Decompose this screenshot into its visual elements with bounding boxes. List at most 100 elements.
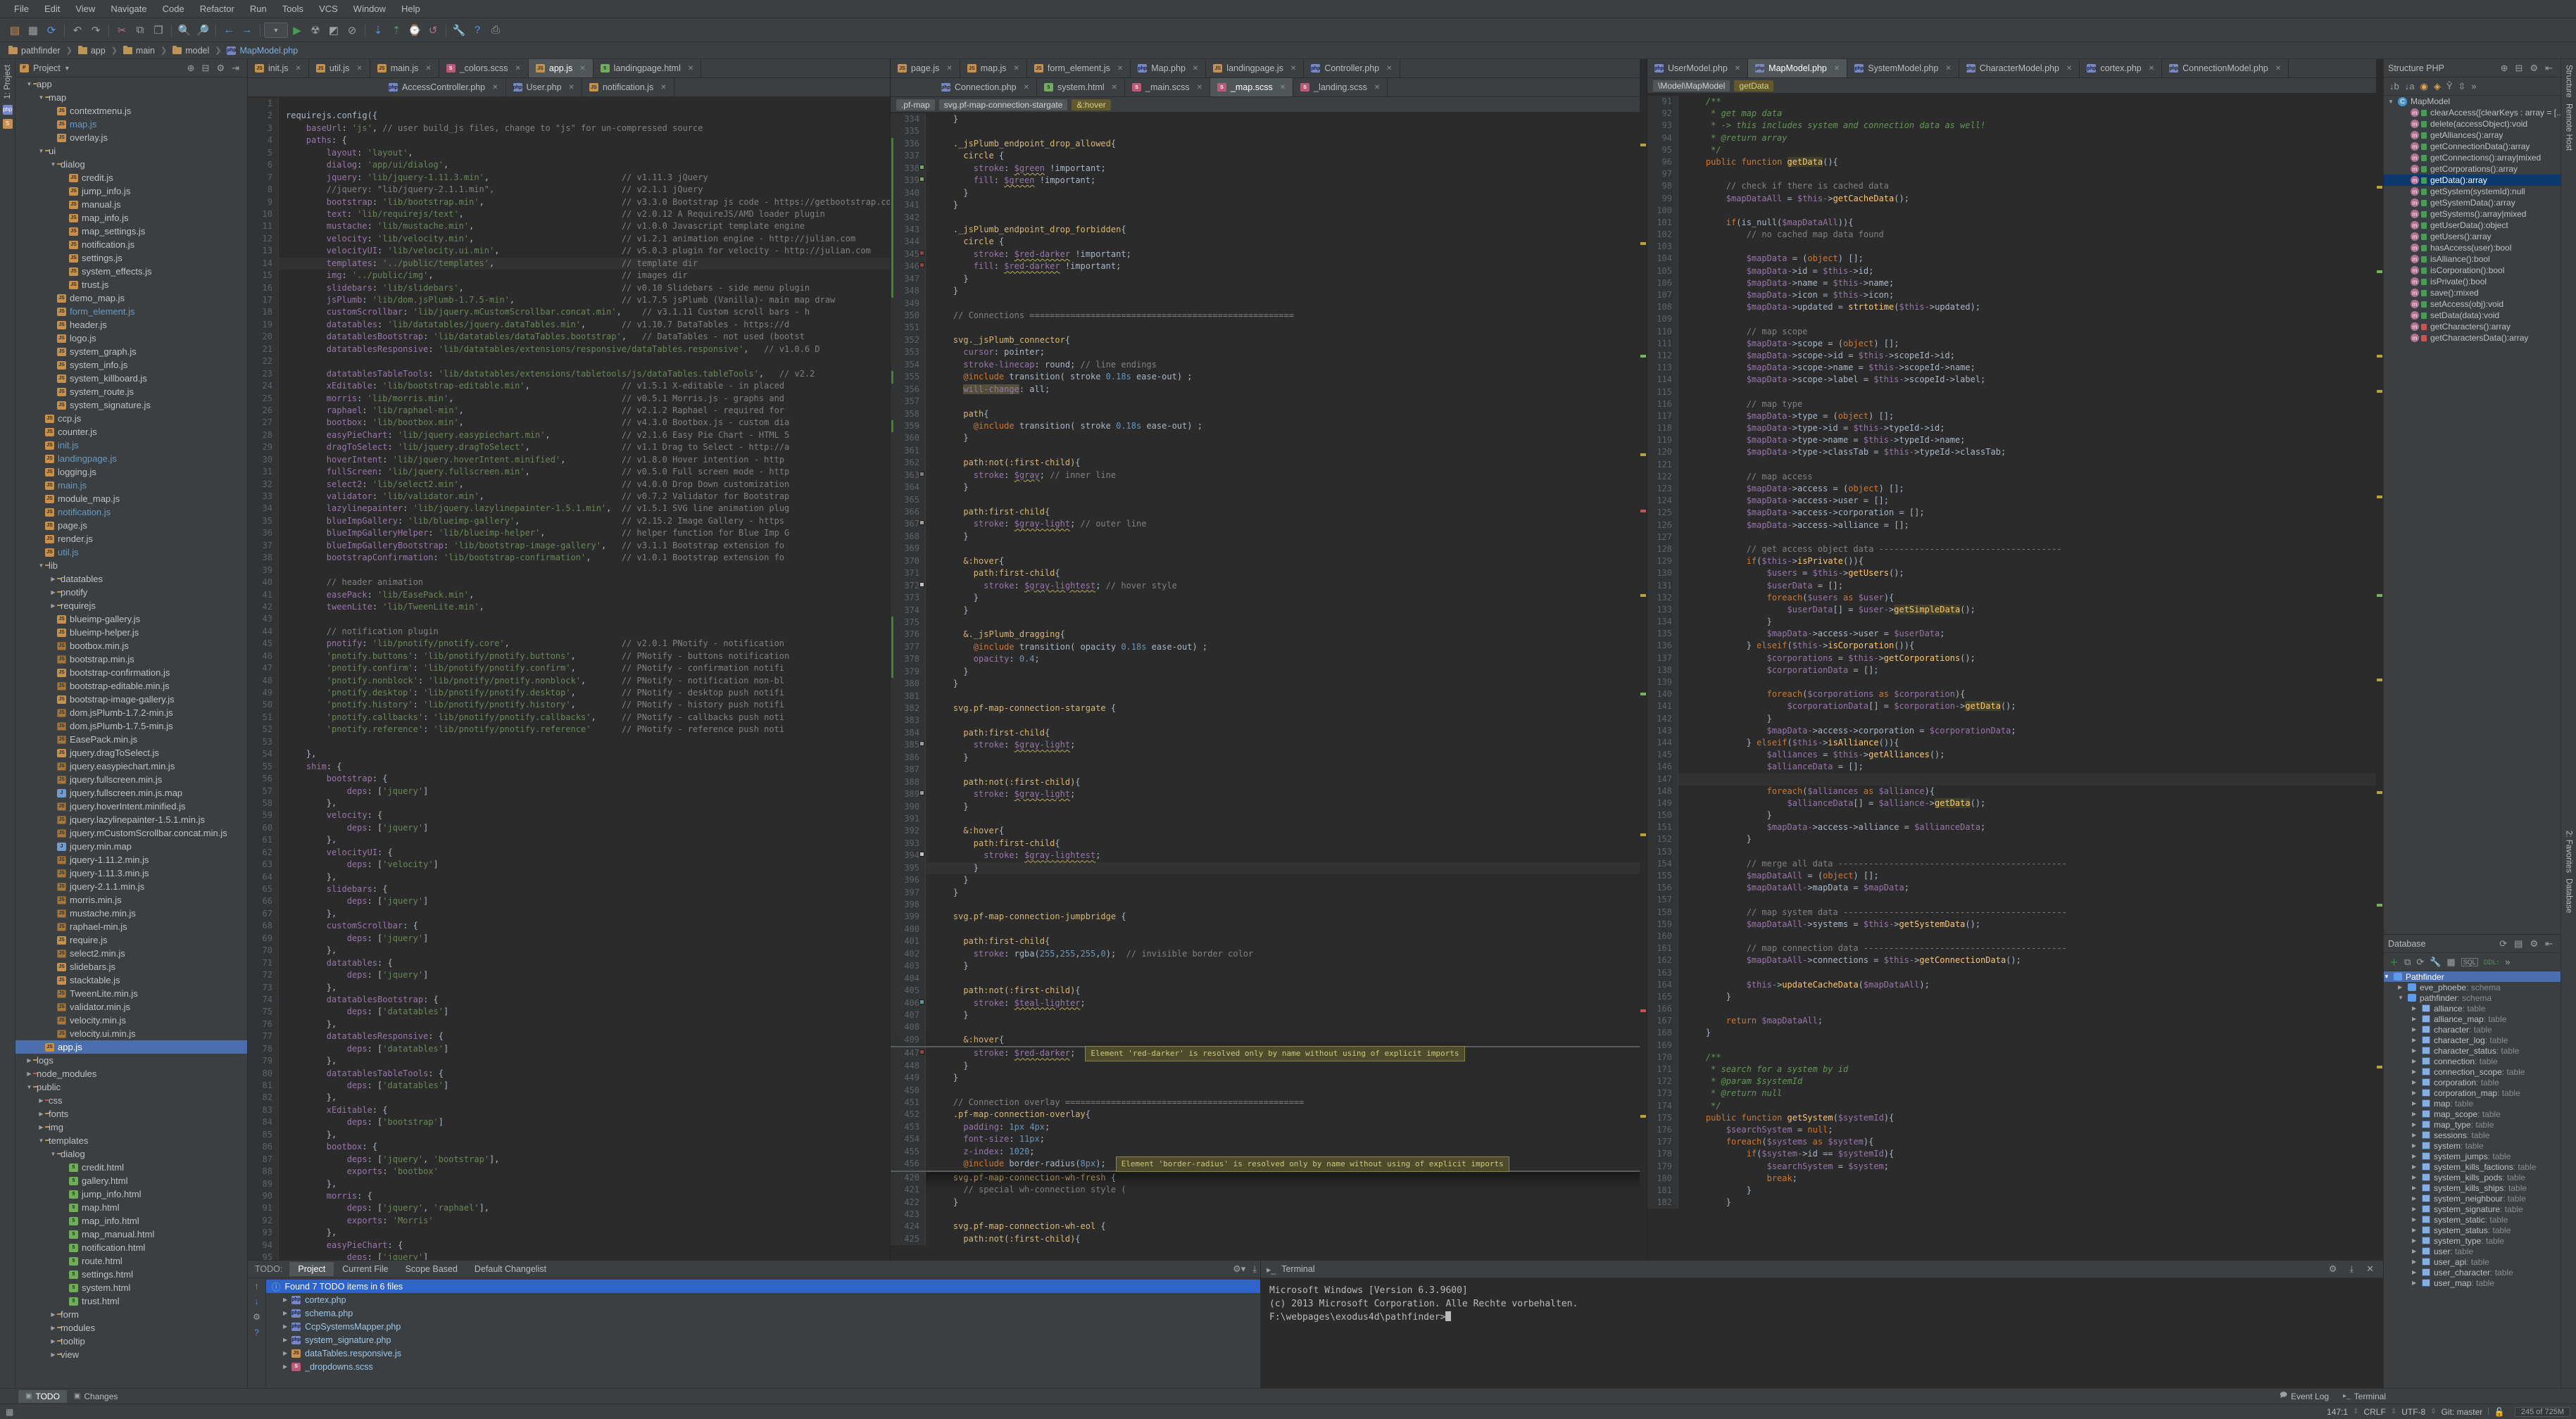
lock-icon[interactable]: 🔓 (2494, 1407, 2505, 1417)
code-line[interactable]: 8 //jquery: "lib/jquery-2.1.1.min", // v… (248, 184, 890, 196)
chevron-collapsed-icon[interactable]: ▶ (49, 576, 57, 582)
stripe-mark[interactable] (2377, 1066, 2382, 1068)
open-icon[interactable]: ▤ (6, 22, 24, 39)
tree-item[interactable]: ▶requirejs (15, 599, 247, 612)
code-line[interactable]: 94 * @return array (1647, 132, 2383, 144)
code-line[interactable]: 362 path:not(:first-child){ (891, 457, 1647, 469)
code-line[interactable]: 392 &:hover{ (891, 825, 1647, 837)
tree-item[interactable]: ▶pnotify (15, 586, 247, 599)
forward-icon[interactable]: → (238, 22, 256, 39)
database-table-row[interactable]: ▶system: table (2384, 1140, 2561, 1151)
redo-icon[interactable]: ↷ (87, 22, 105, 39)
structure-method-row[interactable]: mhasAccess(user):bool (2384, 242, 2561, 253)
tab-charactermodel-php[interactable]: phpCharacterModel.php✕ (1959, 59, 2080, 77)
code-line[interactable]: 371 path:first-child{ (891, 567, 1647, 579)
chevron-collapsed-icon[interactable]: ▶ (49, 1325, 57, 1331)
menu-vcs[interactable]: VCS (312, 1, 345, 16)
code-line[interactable]: 37 blueImpGalleryBootstrap: 'lib/bootstr… (248, 540, 890, 552)
code-line[interactable]: 424 svg.pf-map-connection-wh-eol { (891, 1221, 1647, 1232)
stripe-mark[interactable] (2377, 904, 2382, 907)
code-line[interactable]: 126 $mapData->access->alliance = []; (1647, 519, 2383, 531)
toolwindow-button-terminal[interactable]: ▸_Terminal (2336, 1389, 2393, 1404)
code-line[interactable]: 105 $mapData->id = $this->id; (1647, 265, 2383, 277)
editor-middle[interactable]: 334 }335336 ._jsPlumb_endpoint_drop_allo… (891, 113, 1647, 1260)
context-chip[interactable]: svg.pf-map-connection-stargate (939, 99, 1068, 111)
tree-item[interactable]: 5system.html (15, 1281, 247, 1294)
tree-item[interactable]: JSstacktable.js (15, 973, 247, 987)
code-line[interactable]: 345 stroke: $red-darker !important; (891, 248, 1647, 260)
code-line[interactable]: 341 } (891, 199, 1647, 211)
close-icon[interactable]: ✕ (1193, 65, 1198, 72)
code-line[interactable]: 90 morris: { (248, 1190, 890, 1202)
database-table-row[interactable]: ▶character_status: table (2384, 1045, 2561, 1056)
sort-by-visibility-icon[interactable]: ↓b (2389, 81, 2399, 92)
stripe-mark[interactable] (2377, 186, 2382, 189)
code-line[interactable]: 143 $mapData->access->corporation = $cor… (1647, 725, 2383, 737)
minimize-icon[interactable]: ⤓ (2346, 1263, 2357, 1275)
code-line[interactable]: 35 blueImpGallery: 'lib/blueimp-gallery'… (248, 515, 890, 527)
prev-todo-icon[interactable]: ↑ (255, 1281, 259, 1291)
tool-strip-2-favorites-tab[interactable]: 2: Favorites (2565, 831, 2573, 873)
context-chip[interactable]: \Model\MapModel (1653, 80, 1730, 92)
code-line[interactable]: 384 path:first-child{ (891, 727, 1647, 739)
code-line[interactable]: 117 $mapData->type = (object) []; (1647, 410, 2383, 422)
tree-item[interactable]: JSblueimp-gallery.js (15, 612, 247, 626)
tree-item[interactable]: JSmustache.min.js (15, 907, 247, 920)
tree-item[interactable]: JSccp.js (15, 412, 247, 425)
code-line[interactable]: 91 deps: ['jquery', 'raphael'], (248, 1202, 890, 1214)
stripe-mark[interactable] (1640, 453, 1646, 456)
code-line[interactable]: 83 xEditable: { (248, 1104, 890, 1116)
code-line[interactable]: 77 datatablesResponsive: { (248, 1030, 890, 1042)
close-icon[interactable]: ✕ (1117, 65, 1123, 72)
close-icon[interactable]: ✕ (1374, 84, 1380, 92)
code-line[interactable]: 395 } (891, 862, 1647, 874)
save-icon[interactable]: ▦ (24, 22, 42, 39)
code-line[interactable]: 81 deps: ['datatables'] (248, 1080, 890, 1092)
tree-item[interactable]: JSjquery-2.1.1.min.js (15, 880, 247, 893)
structure-method-row[interactable]: mgetCharactersData():array (2384, 332, 2561, 343)
tree-item[interactable]: JSmap_settings.js (15, 225, 247, 238)
code-line[interactable]: 68 customScrollbar: { (248, 920, 890, 932)
tree-item[interactable]: ▼lib (15, 559, 247, 572)
code-line[interactable]: 92 exports: 'Morris' (248, 1215, 890, 1227)
structure-method-row[interactable]: mgetAlliances():array (2384, 130, 2561, 141)
tree-item[interactable]: 5trust.html (15, 1294, 247, 1308)
context-chip[interactable]: &:hover (1072, 99, 1110, 111)
chevron-expanded-icon[interactable]: ▼ (37, 1137, 45, 1144)
code-line[interactable]: 162 $mapDataAll->connections = $this->ge… (1647, 954, 2383, 966)
hide-panel-icon[interactable]: ⇤ (2542, 938, 2556, 950)
code-line[interactable]: 108 $mapData->updated = strtotime($this-… (1647, 301, 2383, 313)
table-icon[interactable]: ▦ (2446, 957, 2455, 968)
code-line[interactable]: 157 (1647, 894, 2383, 906)
status-item[interactable]: UTF-8 (2401, 1407, 2425, 1417)
tree-item[interactable]: Jjquery.fullscreen.min.js.map (15, 786, 247, 800)
code-line[interactable]: 149 $allianceData[] = $alliance->getData… (1647, 797, 2383, 809)
structure-method-row[interactable]: mgetCorporations():array (2384, 163, 2561, 175)
code-line[interactable]: 46 'pnotify.buttons': 'lib/pnotify/pnoti… (248, 650, 890, 662)
tree-item[interactable]: JSjump_info.js (15, 184, 247, 198)
tree-item[interactable]: JSmorris.min.js (15, 893, 247, 907)
code-line[interactable]: 398 (891, 899, 1647, 911)
chevron-collapsed-icon[interactable]: ▶ (49, 603, 57, 609)
code-line[interactable]: 147 (1647, 774, 2383, 786)
todo-summary-row[interactable]: ⓘFound 7 TODO items in 6 files (266, 1280, 1260, 1293)
tree-item[interactable]: ▶view (15, 1348, 247, 1361)
code-line[interactable]: 95 */ (1647, 144, 2383, 156)
code-line[interactable]: 372 stroke: $gray-lightest; // hover sty… (891, 580, 1647, 592)
code-line[interactable]: 337 circle { (891, 150, 1647, 162)
tree-item[interactable]: JSsettings.js (15, 251, 247, 265)
tree-item[interactable]: ▶datatables (15, 572, 247, 586)
tree-item[interactable]: JSblueimp-helper.js (15, 626, 247, 639)
code-line[interactable]: 357 (891, 396, 1647, 408)
code-line[interactable]: 91 /** (1647, 96, 2383, 108)
code-line[interactable]: 52 'pnotify.reference': 'lib/pnotify/pno… (248, 724, 890, 736)
code-line[interactable]: 59 velocity: { (248, 809, 890, 821)
gear-icon[interactable]: ⚙ (213, 63, 228, 74)
code-line[interactable]: 359 @include transition( stroke 0.18s ea… (891, 420, 1647, 432)
code-line[interactable]: 367 stroke: $gray-light; // outer line (891, 518, 1647, 530)
tab--map-scss[interactable]: S_map.scss✕ (1210, 78, 1293, 96)
close-icon[interactable]: ✕ (579, 65, 585, 72)
stripe-mark[interactable] (2377, 791, 2382, 794)
code-line[interactable]: 53 (248, 736, 890, 748)
tree-item[interactable]: 5route.html (15, 1254, 247, 1268)
